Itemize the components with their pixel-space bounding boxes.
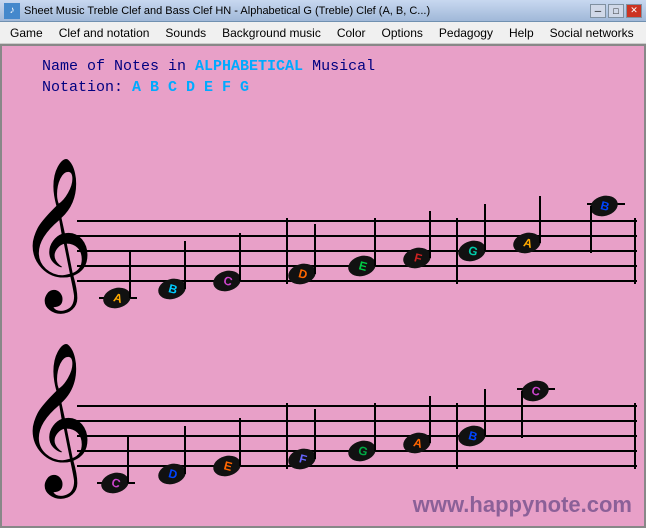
titlebar-controls: ─ □ ✕ (590, 4, 642, 18)
menubar: Game Clef and notation Sounds Background… (0, 22, 646, 44)
alphabetical-text: ALPHABETICAL (195, 58, 303, 75)
app-icon: ♪ (4, 3, 20, 19)
notation-title: Name of Notes in ALPHABETICAL Musical No… (42, 56, 375, 98)
notes-text: A B C D E F G (132, 79, 249, 96)
main-content: Name of Notes in ALPHABETICAL Musical No… (0, 44, 646, 528)
title-line1: Name of Notes in ALPHABETICAL Musical (42, 56, 375, 77)
title-line2: Notation: A B C D E F G (42, 77, 375, 98)
bottom-staff: 𝄞 C D E F G A (7, 331, 643, 516)
menu-background-music[interactable]: Background music (214, 24, 329, 42)
menu-social[interactable]: Social networks (542, 24, 642, 42)
maximize-button[interactable]: □ (608, 4, 624, 18)
minimize-button[interactable]: ─ (590, 4, 606, 18)
website-text: www.happynote.com (413, 492, 632, 518)
titlebar: ♪ Sheet Music Treble Clef and Bass Clef … (0, 0, 646, 22)
top-staff: 𝄞 A B C D E (7, 146, 643, 326)
menu-sounds[interactable]: Sounds (157, 24, 214, 42)
menu-color[interactable]: Color (329, 24, 374, 42)
window-title: Sheet Music Treble Clef and Bass Clef HN… (24, 5, 590, 17)
menu-clef[interactable]: Clef and notation (51, 24, 158, 42)
menu-options[interactable]: Options (374, 24, 431, 42)
menu-help[interactable]: Help (501, 24, 542, 42)
musical-text: Musical (312, 58, 375, 75)
close-button[interactable]: ✕ (626, 4, 642, 18)
menu-pedagogy[interactable]: Pedagogy (431, 24, 501, 42)
menu-game[interactable]: Game (2, 24, 51, 42)
